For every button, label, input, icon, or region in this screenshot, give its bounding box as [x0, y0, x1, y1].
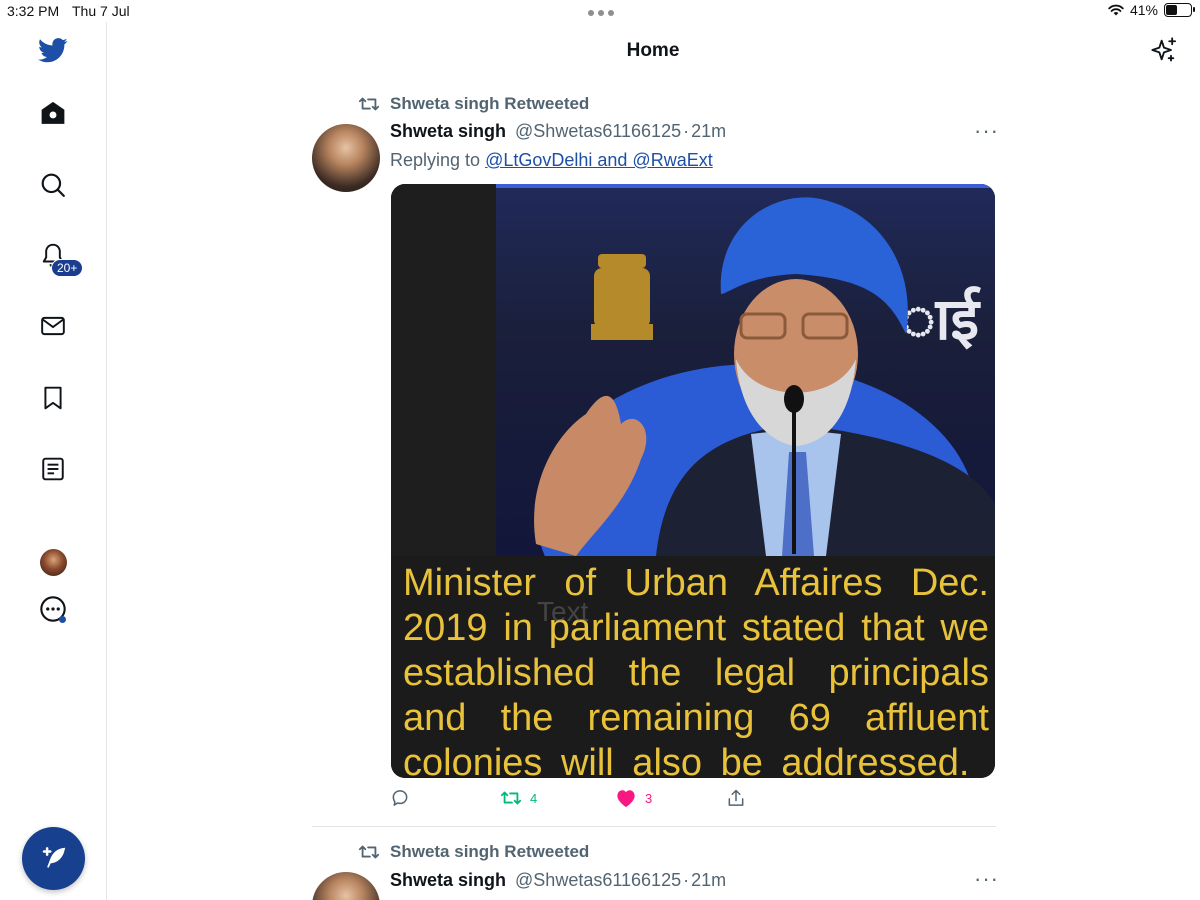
- twitter-bird-icon[interactable]: [36, 33, 70, 67]
- author-handle[interactable]: @Shwetas61166125: [515, 121, 681, 141]
- tweet-time[interactable]: 21m: [691, 870, 726, 890]
- retweet-icon: [358, 97, 380, 111]
- photo-scene: ाई: [534, 197, 995, 556]
- retweet-button[interactable]: 4: [500, 788, 537, 808]
- reply-button[interactable]: [390, 788, 418, 808]
- header-separator: ·: [683, 121, 690, 141]
- tweet-media-image[interactable]: ाई Minister of Urban Affaires Dec. 2019 …: [391, 184, 995, 778]
- like-count: 3: [645, 790, 653, 806]
- author-name[interactable]: Shweta singh: [390, 121, 506, 141]
- more-notification-dot: [59, 616, 66, 623]
- media-watermark: Text: [537, 596, 589, 627]
- retweet-indicator: Shweta singh Retweeted: [358, 842, 589, 862]
- svg-text:ाई: ाई: [901, 285, 981, 353]
- caption-line: and the remaining 69 affluent: [403, 697, 989, 739]
- author-avatar[interactable]: [312, 124, 380, 192]
- share-icon: [728, 789, 744, 806]
- tweet-more-button[interactable]: ···: [974, 866, 999, 892]
- compose-tweet-button[interactable]: [22, 827, 85, 890]
- tweet-time[interactable]: 21m: [691, 121, 726, 141]
- header-separator: ·: [683, 870, 690, 890]
- tweet-more-button[interactable]: ···: [974, 118, 999, 144]
- author-handle[interactable]: @Shwetas61166125: [515, 870, 681, 890]
- tweet-divider: [312, 826, 996, 827]
- page-title: Home: [626, 40, 680, 61]
- retweet-count: 4: [530, 790, 538, 806]
- like-button[interactable]: 3: [615, 788, 652, 808]
- battery-icon: [1164, 3, 1195, 17]
- status-right: 41%: [1108, 2, 1195, 18]
- retweet-label: Shweta singh Retweeted: [390, 842, 590, 861]
- retweet-icon: [358, 845, 380, 859]
- retweet-indicator: Shweta singh Retweeted: [358, 94, 589, 114]
- sparkle-icon[interactable]: [1150, 36, 1178, 69]
- caption-line: Minister of Urban Affaires Dec.: [403, 562, 989, 604]
- author-avatar[interactable]: [312, 872, 380, 900]
- reply-icon: [392, 790, 408, 806]
- status-date: Thu 7 Jul: [72, 3, 130, 19]
- compose-feather-icon: [42, 846, 65, 868]
- battery-percent: 41%: [1129, 2, 1158, 18]
- tweet-header: Shweta singh @Shwetas61166125 · 21m: [390, 870, 726, 891]
- wifi-icon: [1108, 4, 1124, 16]
- tweet-actions: 4 3: [390, 788, 750, 810]
- profile-avatar[interactable]: [40, 549, 67, 576]
- tweet-header: Shweta singh @Shwetas61166125 · 21m: [390, 121, 726, 142]
- retweet-action-icon: [500, 791, 522, 805]
- share-button[interactable]: [726, 788, 746, 808]
- home-icon[interactable]: [36, 96, 70, 130]
- search-icon[interactable]: [36, 168, 70, 202]
- retweet-label: Shweta singh Retweeted: [390, 94, 590, 113]
- heart-icon: [617, 790, 635, 808]
- multitasking-dots-icon[interactable]: [588, 10, 614, 16]
- bookmark-icon[interactable]: [36, 381, 70, 415]
- replying-to: Replying to @LtGovDelhi and @RwaExt: [390, 150, 713, 171]
- status-time: 3:32 PM: [7, 3, 60, 19]
- notifications-badge: 20+: [51, 259, 84, 277]
- caption-line: 2019 in parliament stated that we: [403, 607, 989, 649]
- lists-icon[interactable]: [36, 452, 70, 486]
- author-name[interactable]: Shweta singh: [390, 870, 506, 890]
- media-caption: Minister of Urban Affaires Dec. 2019 in …: [391, 556, 995, 778]
- sidebar: 20+: [0, 22, 107, 900]
- replying-to-link[interactable]: @LtGovDelhi and @RwaExt: [485, 150, 713, 170]
- caption-line: colonies will also be addressed.: [403, 742, 970, 778]
- replying-prefix: Replying to: [390, 150, 481, 170]
- caption-line: established the legal principals: [403, 652, 989, 694]
- mail-icon[interactable]: [36, 309, 70, 343]
- status-bar: 3:32 PM Thu 7 Jul 41%: [0, 0, 1200, 22]
